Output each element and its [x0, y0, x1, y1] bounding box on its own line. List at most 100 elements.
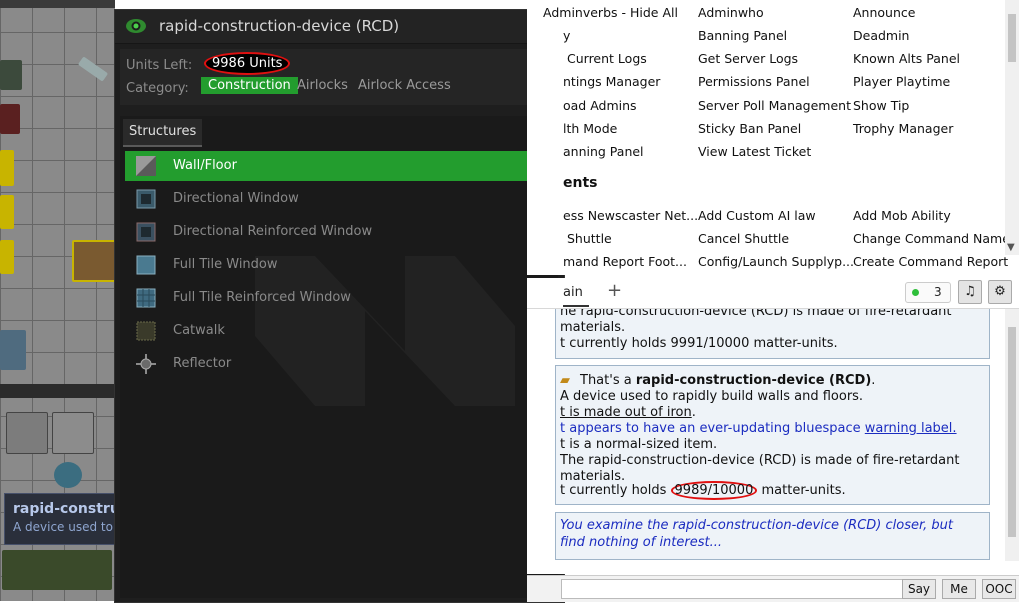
map-machine[interactable] — [0, 60, 22, 90]
online-status-icon — [912, 289, 919, 296]
chat-text: t is a normal-sized item. — [560, 437, 718, 452]
category-tab-construction[interactable]: Construction — [201, 77, 298, 94]
verb-item[interactable]: Player Playtime — [853, 74, 950, 89]
chat-text: The rapid-construction-device (RCD) is m… — [560, 453, 960, 468]
verb-item[interactable]: Trophy Manager — [853, 121, 953, 136]
category-label: Category: — [126, 81, 189, 96]
structure-item-reflector[interactable]: Reflector — [125, 349, 534, 379]
matter-units-value: 9989/10000 — [670, 481, 758, 500]
scroll-down-icon[interactable]: ▼ — [1007, 242, 1015, 253]
full-tile-reinforced-window-icon — [136, 288, 156, 308]
verb-item[interactable]: ntings Manager — [563, 74, 660, 89]
chat-text: A device used to rapidly build walls and… — [560, 389, 864, 404]
map-tooltip: rapid-constru A device used to — [4, 493, 115, 545]
scrollbar-thumb[interactable] — [1008, 327, 1016, 537]
chat-text: t currently holds 9991/10000 matter-unit… — [560, 336, 838, 351]
structure-item-wall-floor[interactable]: Wall/Floor — [125, 151, 534, 181]
map-console[interactable] — [0, 104, 20, 134]
verb-item[interactable]: Config/Launch Supplyp... — [698, 254, 854, 269]
verb-item[interactable]: Create Command Report — [853, 254, 1008, 269]
rcd-window-title: rapid-construction-device (RCD) — [159, 17, 400, 35]
map-crate[interactable] — [0, 150, 14, 186]
structure-item-catwalk[interactable]: Catwalk — [125, 316, 534, 346]
verb-item[interactable]: Show Tip — [853, 98, 909, 113]
category-tab-airlocks[interactable]: Airlocks — [290, 77, 355, 94]
holds-suffix: matter-units. — [757, 483, 846, 498]
verb-item[interactable]: y — [563, 28, 570, 43]
made-of-text: t is made out of iron — [560, 405, 692, 420]
music-icon[interactable]: ♫ — [958, 280, 982, 304]
chat-text: find nothing of interest... — [560, 535, 723, 550]
verb-item[interactable]: mand Report Foot... — [563, 254, 687, 269]
map-pipe — [0, 330, 26, 370]
chat-message: he rapid-construction-device (RCD) is ma… — [555, 309, 990, 359]
structure-label: Catwalk — [173, 323, 225, 338]
verb-item[interactable]: Add Custom AI law — [698, 208, 816, 223]
verb-item[interactable]: Deadmin — [853, 28, 909, 43]
bluespace-text: t appears to have an ever-updating blues… — [560, 421, 865, 436]
eye-icon — [126, 19, 146, 33]
tooltip-description: A device used to — [13, 520, 113, 534]
structure-label: Full Tile Reinforced Window — [173, 290, 351, 305]
verb-item[interactable]: oad Admins — [563, 98, 637, 113]
verb-item[interactable]: Get Server Logs — [698, 51, 798, 66]
verb-item[interactable]: Adminverbs - Hide All — [543, 5, 678, 20]
directional-reinforced-window-icon — [136, 222, 156, 242]
verbs-scrollbar[interactable]: ▼ — [1005, 0, 1019, 255]
map-robot[interactable] — [54, 462, 82, 488]
chat-text: t appears to have an ever-updating blues… — [560, 421, 957, 436]
chat-text: materials. — [560, 320, 626, 335]
examine-item-name: rapid-construction-device (RCD) — [635, 373, 872, 388]
add-tab-icon[interactable]: + — [607, 280, 622, 301]
reflector-icon — [136, 354, 156, 374]
catwalk-icon — [136, 321, 156, 341]
category-tab-airlock-access[interactable]: Airlock Access — [351, 77, 458, 94]
map-floor-tile — [52, 412, 94, 454]
verb-item[interactable]: Banning Panel — [698, 28, 787, 43]
verb-item[interactable]: Adminwho — [698, 5, 764, 20]
verbs-panel: Adminverbs - Hide All y Current Logs nti… — [527, 0, 1019, 275]
verb-item[interactable]: Server Poll Management — [698, 98, 851, 113]
verb-item[interactable]: Sticky Ban Panel — [698, 121, 801, 136]
gear-icon[interactable]: ⚙ — [988, 280, 1012, 304]
verb-item[interactable]: lth Mode — [563, 121, 617, 136]
structure-item-directional-window[interactable]: Directional Window — [125, 184, 534, 214]
verb-item[interactable]: ess Newscaster Net... — [563, 208, 698, 223]
verb-item[interactable]: View Latest Ticket — [698, 144, 811, 159]
say-button[interactable]: Say — [902, 579, 936, 599]
structure-label: Reflector — [173, 356, 232, 371]
structure-item-directional-reinforced-window[interactable]: Directional Reinforced Window — [125, 217, 534, 247]
chat-scrollbar[interactable] — [1005, 309, 1019, 561]
ooc-button[interactable]: OOC — [982, 579, 1016, 599]
map-crate[interactable] — [0, 240, 14, 274]
structure-item-full-tile-window[interactable]: Full Tile Window — [125, 250, 534, 280]
warning-label-link[interactable]: warning label. — [865, 421, 957, 436]
chat-input[interactable] — [561, 579, 903, 599]
verb-item[interactable]: Announce — [853, 5, 915, 20]
verb-item[interactable]: Change Command Name — [853, 231, 1010, 246]
map-crate[interactable] — [0, 195, 14, 229]
verb-item[interactable]: anning Panel — [563, 144, 644, 159]
tab-structures[interactable]: Structures — [123, 119, 203, 147]
chat-text: materials. — [560, 469, 626, 484]
verb-item[interactable]: Cancel Shuttle — [698, 231, 789, 246]
game-map[interactable]: rapid-constru A device used to — [0, 0, 115, 601]
structure-item-full-tile-reinforced-window[interactable]: Full Tile Reinforced Window — [125, 283, 534, 313]
rcd-info-section: Units Left: 9986 Units Category: Constru… — [120, 49, 558, 105]
input-bar: Say Me OOC — [527, 575, 1019, 602]
map-conveyor — [2, 550, 112, 590]
verb-item[interactable]: Shuttle — [567, 231, 612, 246]
scrollbar-thumb[interactable] — [1008, 14, 1016, 62]
structure-label: Directional Window — [173, 191, 299, 206]
online-count-badge: 3 — [905, 282, 951, 303]
me-button[interactable]: Me — [942, 579, 976, 599]
full-tile-window-icon — [136, 255, 156, 275]
verb-item[interactable]: Current Logs — [567, 51, 647, 66]
verb-item[interactable]: Known Alts Panel — [853, 51, 960, 66]
map-wrench[interactable] — [77, 56, 109, 82]
verb-item[interactable]: Add Mob Ability — [853, 208, 951, 223]
map-mech[interactable] — [72, 240, 115, 282]
rcd-titlebar[interactable]: rapid-construction-device (RCD) ✕ — [115, 10, 564, 44]
tab-main[interactable]: ain — [563, 285, 589, 307]
verb-item[interactable]: Permissions Panel — [698, 74, 810, 89]
